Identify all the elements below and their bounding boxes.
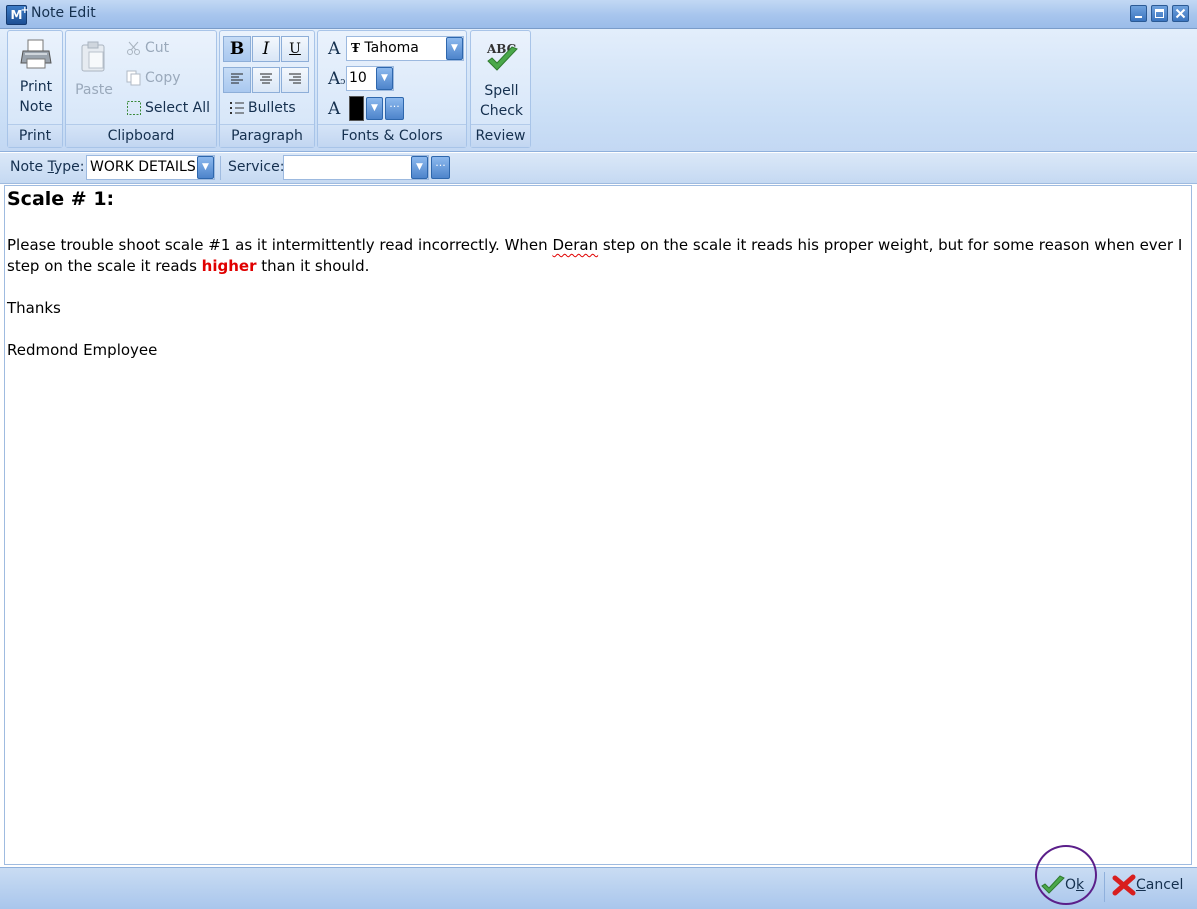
paragraph-group-label: Paragraph [220,124,314,147]
divider [220,156,221,180]
chevron-down-icon[interactable]: ▼ [376,67,393,90]
truetype-icon: Ŧ [351,41,360,55]
more-colors-button[interactable]: ··· [385,97,404,120]
divider [1104,872,1105,902]
note-heading: Scale # 1: [7,188,115,210]
review-group-label: Review [471,124,530,147]
paste-icon [81,41,105,72]
align-left-button[interactable] [223,67,251,93]
print-group-label: Print [8,124,62,147]
highlight-ring [1035,845,1097,905]
close-window-button[interactable] [1172,5,1189,22]
paragraph-group: B I U Bullets Paragraph [219,30,315,148]
service-lookup-button[interactable]: ··· [431,156,450,179]
spell-check-button[interactable]: ABC Spell Check [471,41,532,121]
bullets-button[interactable]: Bullets [229,100,296,116]
note-closing: Thanks [7,299,61,317]
select-all-icon [126,100,142,116]
note-editor[interactable]: Scale # 1: Please trouble shoot scale #1… [4,185,1192,865]
align-right-icon [289,73,301,84]
service-select[interactable]: ▼ [283,155,429,180]
footer-bar: Ok Cancel [0,867,1197,909]
note-type-select[interactable]: WORK DETAILS ▼ [86,155,215,180]
ribbon: Print Note Print Paste Cut Copy Select A… [0,29,1197,152]
fonts-colors-group-label: Fonts & Colors [318,124,466,147]
align-left-icon [231,73,243,84]
window-title: Note Edit [31,5,96,21]
chevron-down-icon[interactable]: ▼ [446,37,463,60]
print-note-button[interactable]: Print Note [8,37,64,117]
note-signature: Redmond Employee [7,341,158,359]
note-paragraph: Please trouble shoot scale #1 as it inte… [7,236,1183,275]
align-center-icon [260,73,272,84]
scissors-icon [126,40,142,56]
chevron-down-icon[interactable]: ▼ [366,97,383,120]
chevron-down-icon[interactable]: ▼ [197,156,214,179]
app-icon: M + [6,5,29,25]
cancel-button[interactable]: Cancel [1112,874,1183,900]
bullets-icon [229,100,245,116]
title-bar: M + Note Edit [0,0,1197,29]
font-color-icon: A [328,99,341,119]
underline-button[interactable]: U [281,36,309,62]
font-size-combo[interactable]: 10 ▼ [346,66,394,91]
paste-button[interactable]: Paste [72,41,116,103]
highlighted-word: higher [201,257,257,275]
service-label: Service: [228,159,285,175]
chevron-down-icon[interactable]: ▼ [411,156,428,179]
copy-icon [126,70,142,86]
font-size-icon: Aↄ [328,69,346,89]
minimize-button[interactable] [1130,5,1147,22]
font-name-icon: A [328,39,341,59]
align-right-button[interactable] [281,67,309,93]
align-center-button[interactable] [252,67,280,93]
clipboard-group-label: Clipboard [66,124,216,147]
fonts-colors-group: A Ŧ Tahoma ▼ Aↄ 10 ▼ A ▼ ··· Fonts & Col… [317,30,467,148]
italic-button[interactable]: I [252,36,280,62]
bold-button[interactable]: B [223,36,251,62]
print-group: Print Note Print [7,30,63,148]
misspelled-word: Deran [552,236,599,254]
close-icon [1175,8,1186,19]
review-group: ABC Spell Check Review [470,30,531,148]
font-color-swatch[interactable] [349,96,364,121]
printer-icon [20,39,52,69]
cancel-x-icon [1112,874,1136,896]
font-name-combo[interactable]: Ŧ Tahoma ▼ [346,36,464,61]
maximize-button[interactable] [1151,5,1168,22]
copy-button[interactable]: Copy [126,70,181,86]
cut-button[interactable]: Cut [126,40,169,56]
note-options-bar: Note Type: WORK DETAILS ▼ Service: ▼ ··· [0,153,1197,184]
spell-check-icon: ABC [486,42,518,71]
note-type-label: Note Type: [10,159,85,175]
select-all-button[interactable]: Select All [126,100,210,116]
clipboard-group: Paste Cut Copy Select All Clipboard [65,30,217,148]
